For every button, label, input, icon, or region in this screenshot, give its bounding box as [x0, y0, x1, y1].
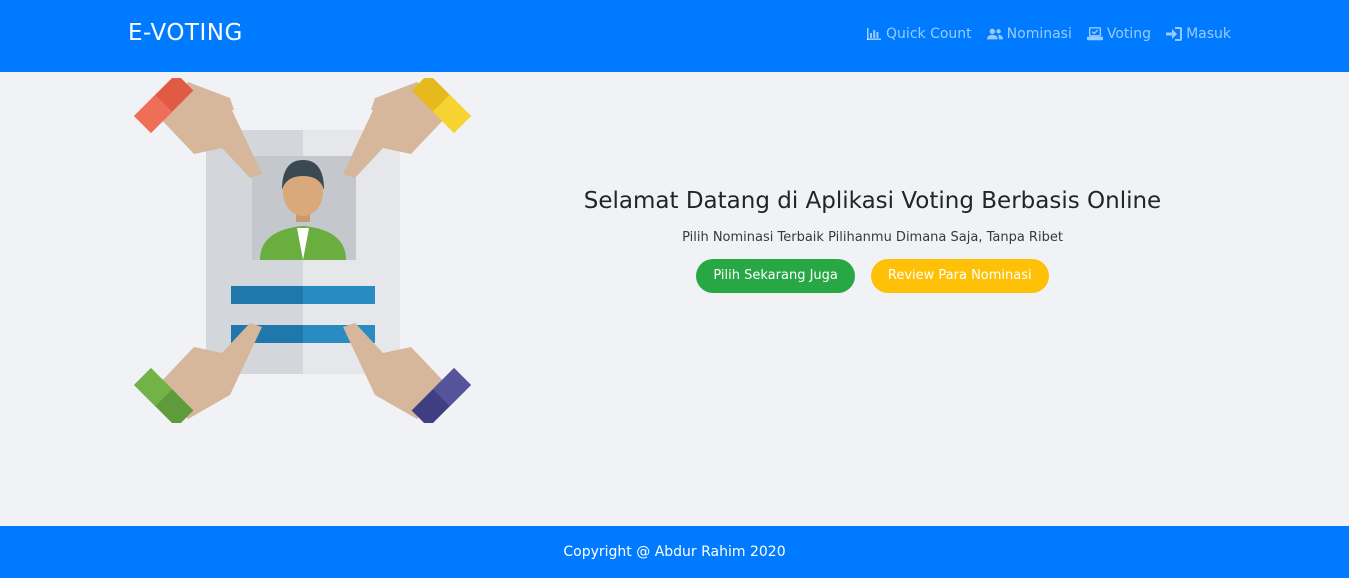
hero-section: Selamat Datang di Aplikasi Voting Berbas…	[540, 188, 1205, 293]
nav-masuk[interactable]: Masuk	[1166, 26, 1231, 42]
nav-menu: Quick Count Nominasi Voting Masuk	[866, 26, 1231, 42]
hero-buttons: Pilih Sekarang Juga Review Para Nominasi	[540, 259, 1205, 293]
nav-voting-label: Voting	[1106, 26, 1152, 42]
voting-illustration	[133, 78, 471, 423]
hero-subtitle: Pilih Nominasi Terbaik Pilihanmu Dimana …	[682, 230, 1063, 245]
users-icon	[986, 28, 1003, 40]
nav-quick-count-label: Quick Count	[886, 26, 972, 42]
nav-nominasi[interactable]: Nominasi	[986, 26, 1072, 42]
footer-copyright: Copyright @ Abdur Rahim 2020	[563, 544, 786, 560]
nav-voting[interactable]: Voting	[1086, 26, 1152, 42]
brand-logo[interactable]: E-VOTING	[128, 20, 243, 46]
nav-nominasi-label: Nominasi	[1006, 26, 1072, 42]
footer: Copyright @ Abdur Rahim 2020	[0, 526, 1349, 578]
nav-quick-count[interactable]: Quick Count	[866, 26, 972, 42]
navbar: E-VOTING Quick Count Nominasi Voting Mas…	[0, 0, 1349, 72]
hero-title: Selamat Datang di Aplikasi Voting Berbas…	[583, 188, 1162, 214]
chart-icon	[867, 28, 882, 40]
review-nominees-button[interactable]: Review Para Nominasi	[870, 259, 1049, 293]
vote-now-button[interactable]: Pilih Sekarang Juga	[696, 259, 855, 293]
sign-in-icon	[1166, 27, 1183, 41]
nav-masuk-label: Masuk	[1186, 26, 1231, 42]
vote-box-icon	[1086, 27, 1103, 41]
